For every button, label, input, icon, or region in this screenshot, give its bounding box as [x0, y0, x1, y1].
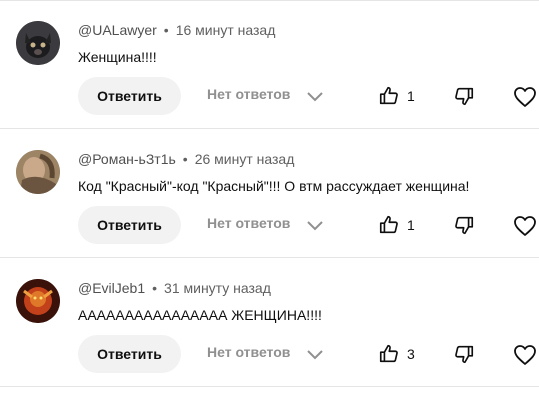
- thumb-down-icon[interactable]: [453, 214, 475, 236]
- reply-button[interactable]: Ответить: [78, 77, 181, 115]
- heart-icon[interactable]: [513, 86, 537, 108]
- meta-dot: •: [163, 22, 169, 38]
- chevron-down-icon[interactable]: [305, 217, 325, 235]
- avatar[interactable]: [16, 150, 60, 194]
- comment-meta: @Роман-ьЗт1ь • 26 минут назад: [78, 151, 294, 167]
- meta-dot: •: [182, 151, 188, 167]
- thumb-up-icon[interactable]: [378, 214, 400, 236]
- chevron-down-icon[interactable]: [305, 88, 325, 106]
- replies-toggle[interactable]: Нет ответов: [207, 86, 290, 102]
- like-count: 1: [407, 88, 415, 104]
- thumb-up-icon[interactable]: [378, 85, 400, 107]
- thumb-down-icon[interactable]: [453, 85, 475, 107]
- comment-meta: @EvilJeb1 • 31 минуту назад: [78, 280, 271, 296]
- timestamp[interactable]: 31 минуту назад: [164, 280, 271, 296]
- heart-icon[interactable]: [513, 344, 537, 366]
- meta-dot: •: [152, 280, 158, 296]
- comment-meta: @UALawyer • 16 минут назад: [78, 22, 275, 38]
- like-count: 1: [407, 217, 415, 233]
- thumb-up-icon[interactable]: [378, 343, 400, 365]
- comment-text: Женщина!!!!: [78, 49, 157, 65]
- replies-toggle[interactable]: Нет ответов: [207, 215, 290, 231]
- thumb-down-icon[interactable]: [453, 343, 475, 365]
- author-name[interactable]: @Роман-ьЗт1ь: [78, 151, 176, 167]
- reply-button[interactable]: Ответить: [78, 335, 181, 373]
- heart-icon[interactable]: [513, 215, 537, 237]
- comment-text: АААААААААААААААА ЖЕНЩИНА!!!!: [78, 307, 322, 323]
- comment-text: Код "Красный"-код "Красный"!!! О втм рас…: [78, 178, 470, 194]
- like-count: 3: [407, 346, 415, 362]
- comment-item: @Роман-ьЗт1ь • 26 минут назад Код "Красный…: [0, 129, 539, 259]
- avatar[interactable]: [16, 279, 60, 323]
- author-name[interactable]: @EvilJeb1: [78, 280, 145, 296]
- avatar[interactable]: [16, 21, 60, 65]
- chevron-down-icon[interactable]: [305, 346, 325, 364]
- comment-divider: [0, 386, 539, 387]
- timestamp[interactable]: 26 минут назад: [195, 151, 295, 167]
- comment-item: @UALawyer • 16 минут назад Женщина!!!! Отв…: [0, 0, 539, 130]
- timestamp[interactable]: 16 минут назад: [176, 22, 276, 38]
- replies-toggle[interactable]: Нет ответов: [207, 344, 290, 360]
- reply-button[interactable]: Ответить: [78, 206, 181, 244]
- comment-item: @EvilJeb1 • 31 минуту назад АААААААААААААА…: [0, 258, 539, 388]
- author-name[interactable]: @UALawyer: [78, 22, 157, 38]
